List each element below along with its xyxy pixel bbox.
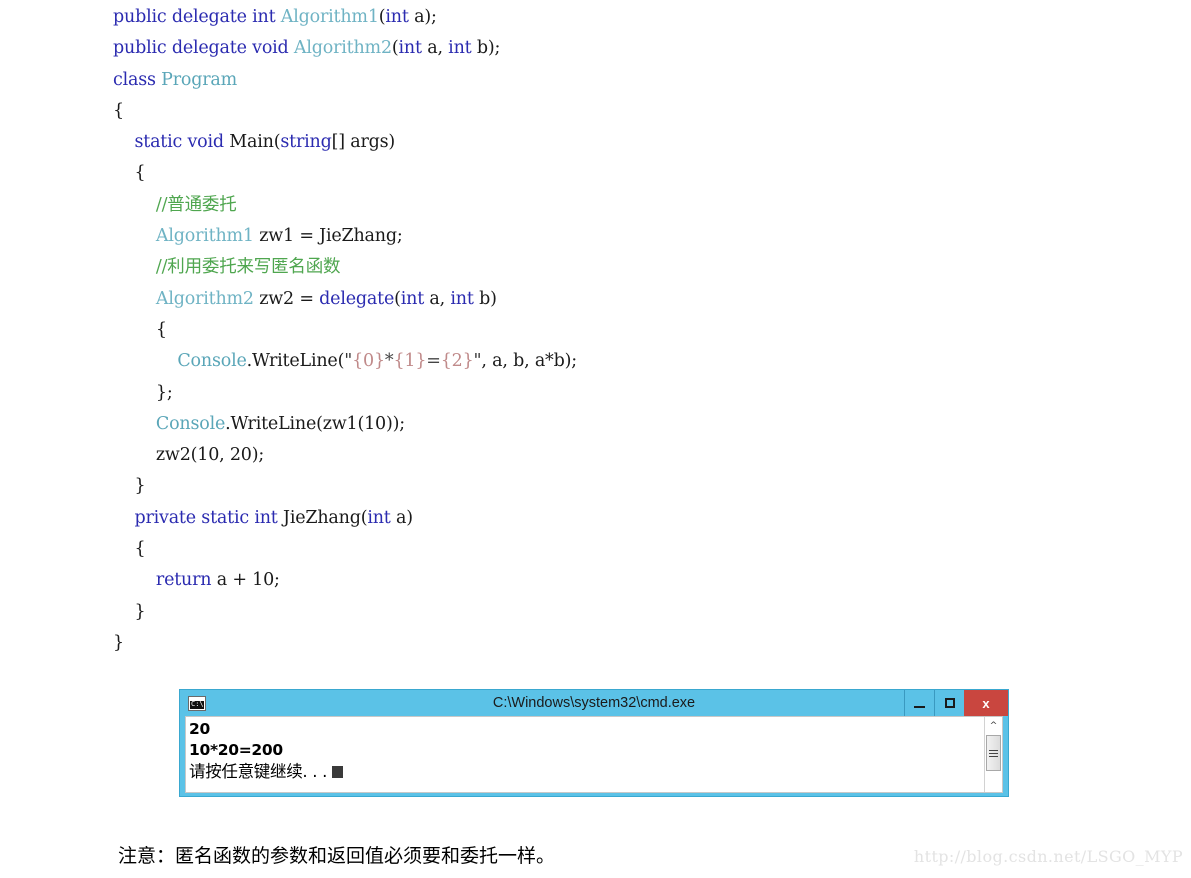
close-button[interactable]: x (964, 690, 1008, 716)
code-token: b); (471, 38, 501, 59)
code-line: //利用委托来写匿名函数 (113, 252, 1113, 283)
code-line: return a + 10; (113, 565, 1113, 596)
maximize-icon (944, 698, 955, 708)
code-line: Console.WriteLine(zw1(10)); (113, 409, 1113, 440)
code-token: {2} (440, 351, 474, 372)
code-token: ( (394, 288, 401, 309)
cmd-app-icon: C:\ (188, 695, 206, 711)
code-line: public delegate int Algorithm1(int a); (113, 2, 1113, 33)
code-token: class (113, 69, 162, 90)
code-token: a, (421, 38, 449, 59)
code-token: zw1 = JieZhang; (253, 226, 403, 247)
code-token: } (113, 601, 146, 622)
code-token: .WriteLine( (246, 351, 345, 372)
code-token: a) (390, 507, 413, 528)
code-line: { (113, 534, 1113, 565)
code-block: public delegate int Algorithm1(int a); pu… (113, 2, 1113, 659)
code-token: JieZhang( (283, 507, 368, 528)
scrollbar-grip-icon (989, 749, 998, 757)
scroll-up-arrow-icon[interactable]: ^ (985, 717, 1002, 734)
code-token: " (344, 351, 353, 372)
code-token: private static int (113, 507, 283, 528)
cmd-window[interactable]: C:\ C:\Windows\system32\cmd.exe x 20 10*2… (179, 689, 1009, 797)
code-token: } (113, 632, 124, 653)
code-line: Algorithm2 zw2 = delegate(int a, int b) (113, 284, 1113, 315)
code-token: { (113, 319, 167, 340)
code-token: Algorithm2 (293, 38, 392, 59)
maximize-button[interactable] (934, 690, 964, 716)
code-line: } (113, 597, 1113, 628)
code-line: { (113, 158, 1113, 189)
code-token: int (367, 507, 391, 528)
code-token: string (280, 132, 332, 153)
code-token: { (113, 163, 146, 184)
code-token: {1} (393, 351, 427, 372)
watermark-url: http://blog.csdn.net/LSGO_MYP (913, 847, 1183, 866)
code-line: public delegate void Algorithm2(int a, i… (113, 33, 1113, 64)
code-token: .WriteLine(zw1(10)); (225, 413, 405, 434)
code-token: { (113, 539, 146, 560)
code-line: static void Main(string[] args) (113, 127, 1113, 158)
code-token: int (448, 38, 472, 59)
code-token: }; (113, 382, 173, 403)
code-line: Algorithm1 zw1 = JieZhang; (113, 221, 1113, 252)
code-line: { (113, 96, 1113, 127)
code-token: a); (408, 7, 437, 27)
cmd-icon-label: C:\ (191, 700, 204, 708)
code-token: [] args) (331, 132, 396, 153)
console-line: 10*20=200 (189, 741, 283, 759)
code-token: a + 10; (211, 570, 280, 591)
code-token: //利用委托来写匿名函数 (113, 257, 341, 278)
code-token: b) (473, 288, 497, 309)
scrollbar-thumb[interactable] (986, 735, 1001, 771)
code-token: public delegate int (113, 7, 281, 27)
code-token: int (385, 7, 409, 27)
code-token: static void (113, 132, 230, 153)
code-line: { (113, 315, 1113, 346)
code-line: zw2(10, 20); (113, 440, 1113, 471)
code-token: Main( (229, 132, 281, 153)
code-line: class Program (113, 65, 1113, 96)
code-token: int (398, 38, 423, 59)
code-token: return (113, 570, 212, 591)
code-token: int (400, 288, 425, 309)
code-token: a, (424, 288, 451, 309)
code-line: Console.WriteLine("{0}*{1}={2}", a, b, a… (113, 346, 1113, 377)
code-token: } (113, 476, 146, 497)
cmd-titlebar[interactable]: C:\ C:\Windows\system32\cmd.exe x (180, 690, 1008, 716)
code-token: delegate (319, 288, 395, 309)
console-output[interactable]: 20 10*20=200 请按任意键继续. . . (186, 717, 984, 792)
code-token: //普通委托 (113, 194, 237, 215)
console-scrollbar[interactable]: ^ (984, 717, 1002, 792)
code-token: zw2(10, 20); (113, 445, 265, 466)
code-token: {0} (352, 351, 385, 372)
code-token: , a, b, a*b); (481, 351, 577, 372)
minimize-icon (914, 705, 925, 708)
code-token: Algorithm1 (113, 226, 254, 247)
code-token: Algorithm1 (280, 7, 379, 27)
code-line: //普通委托 (113, 190, 1113, 221)
code-line: } (113, 471, 1113, 502)
code-token: Console (113, 413, 226, 434)
console-cursor-icon (332, 766, 344, 778)
cmd-window-title: C:\Windows\system32\cmd.exe (492, 695, 696, 711)
code-token: ( (391, 38, 399, 59)
cmd-body: 20 10*20=200 请按任意键继续. . . ^ (185, 716, 1003, 793)
minimize-button[interactable] (904, 690, 934, 716)
code-line: private static int JieZhang(int a) (113, 503, 1113, 534)
code-line: } (113, 628, 1113, 659)
code-line: }; (113, 378, 1113, 409)
code-token: { (113, 100, 124, 121)
code-token: Algorithm2 (113, 288, 254, 309)
console-line: 20 (189, 720, 210, 738)
window-controls[interactable]: x (904, 690, 1008, 716)
code-token: Program (161, 69, 238, 90)
code-token: = (426, 351, 441, 372)
console-line: 请按任意键继续. . . (189, 761, 984, 782)
code-token: int (450, 288, 474, 309)
note-text: 注意：匿名函数的参数和返回值必须要和委托一样。 (118, 845, 556, 867)
code-token: public delegate void (113, 38, 294, 59)
code-token: Console (113, 351, 247, 372)
code-token: zw2 = (253, 288, 320, 309)
